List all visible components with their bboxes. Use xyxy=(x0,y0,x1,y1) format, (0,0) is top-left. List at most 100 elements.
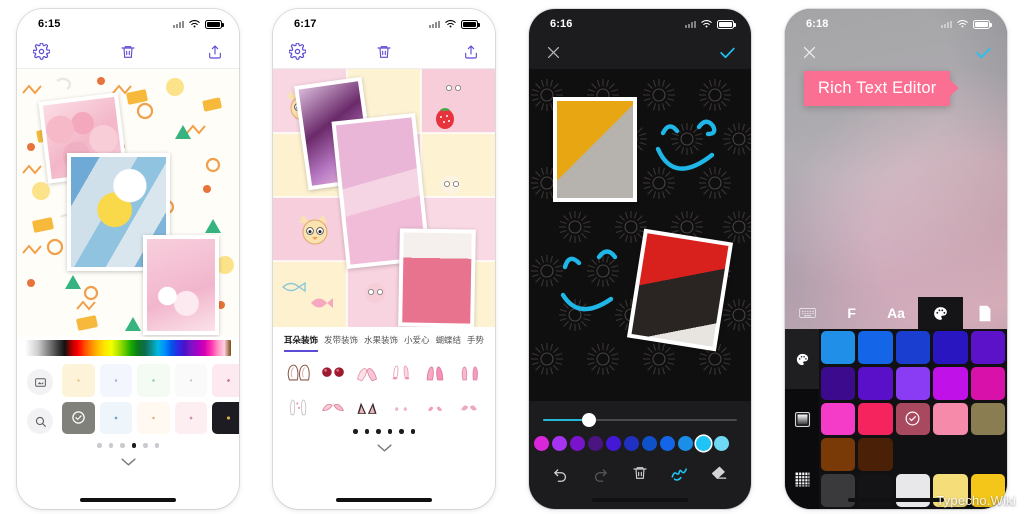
sticker-item[interactable] xyxy=(351,360,383,386)
color-cell[interactable] xyxy=(821,474,856,507)
page-dot[interactable] xyxy=(376,429,381,434)
color-swatch[interactable] xyxy=(660,436,675,451)
slider-knob[interactable] xyxy=(581,413,596,427)
pattern-swatch[interactable] xyxy=(174,364,207,397)
pattern-swatch[interactable] xyxy=(137,401,170,434)
color-cell[interactable] xyxy=(858,331,893,364)
color-swatch[interactable] xyxy=(678,436,693,451)
collage-photo-bubbles[interactable] xyxy=(143,235,219,335)
page-dot-active[interactable] xyxy=(131,443,136,448)
color-cell[interactable] xyxy=(895,366,931,400)
color-swatch[interactable] xyxy=(714,436,729,451)
text-banner[interactable]: Rich Text Editor xyxy=(804,71,960,106)
undo-icon[interactable] xyxy=(551,463,571,483)
tab-little-heart[interactable]: 小爱心 xyxy=(404,334,430,352)
tab-bowknot[interactable]: 蝴蝶结 xyxy=(435,334,461,352)
pattern-swatch[interactable] xyxy=(99,364,132,397)
color-cell[interactable] xyxy=(858,474,893,507)
color-swatch[interactable] xyxy=(552,436,567,451)
collage-photo-pink-fence[interactable] xyxy=(398,228,476,327)
palette-tab-texture[interactable] xyxy=(785,449,819,509)
sticker-grid-row-1[interactable] xyxy=(273,352,495,386)
page-dot[interactable] xyxy=(364,429,369,434)
doodle-tool-row[interactable] xyxy=(529,451,751,483)
page-indicator-dots[interactable] xyxy=(273,420,495,434)
page-dot[interactable] xyxy=(154,443,159,448)
sticker-item[interactable] xyxy=(419,360,451,386)
sticker-item[interactable] xyxy=(385,360,417,386)
page-shape-icon[interactable] xyxy=(963,297,1007,329)
keyboard-icon[interactable] xyxy=(785,297,829,329)
color-swatch-selected[interactable] xyxy=(696,436,711,451)
share-upload-icon[interactable] xyxy=(205,42,225,62)
eraser-icon[interactable] xyxy=(709,463,729,483)
pattern-swatch[interactable] xyxy=(99,401,132,434)
redo-icon[interactable] xyxy=(590,463,610,483)
close-x-icon[interactable] xyxy=(543,42,563,62)
palette-tab-color[interactable] xyxy=(785,329,819,389)
tab-gesture[interactable]: 手势 xyxy=(467,334,484,352)
pattern-swatch[interactable] xyxy=(62,364,95,397)
color-palette-panel[interactable] xyxy=(785,329,1007,509)
checkmark-icon[interactable] xyxy=(973,42,993,62)
page-dot[interactable] xyxy=(410,429,415,434)
color-cell[interactable] xyxy=(821,366,856,400)
share-upload-icon[interactable] xyxy=(461,42,481,62)
doodle-canvas[interactable] xyxy=(529,69,751,401)
page-dot[interactable] xyxy=(143,443,148,448)
page-dot[interactable] xyxy=(97,443,102,448)
format-toolbar[interactable]: F Aa xyxy=(785,297,1007,329)
sticker-grid-row-2[interactable] xyxy=(273,386,495,420)
chevron-down-icon[interactable] xyxy=(17,448,239,467)
color-cell[interactable] xyxy=(970,402,1005,436)
pattern-swatch[interactable] xyxy=(212,401,239,434)
color-cell[interactable] xyxy=(933,402,968,436)
font-button[interactable]: F xyxy=(829,297,873,329)
close-x-icon[interactable] xyxy=(799,42,819,62)
sticker-item[interactable] xyxy=(453,394,485,420)
color-palette-icon[interactable] xyxy=(918,297,963,329)
settings-gear-icon[interactable] xyxy=(31,42,51,62)
page-dot[interactable] xyxy=(353,429,358,434)
pattern-swatch[interactable] xyxy=(137,364,170,397)
doodle-drawing-layer[interactable] xyxy=(529,69,751,401)
pattern-swatch[interactable] xyxy=(174,401,207,434)
pattern-swatch[interactable] xyxy=(212,364,239,397)
trash-icon[interactable] xyxy=(630,463,650,483)
tab-ear-decoration[interactable]: 耳朵装饰 xyxy=(284,334,319,352)
color-spectrum-strip[interactable] xyxy=(25,340,231,356)
color-swatch[interactable] xyxy=(624,436,639,451)
color-cell[interactable] xyxy=(821,331,856,364)
page-dot[interactable] xyxy=(120,443,125,448)
trash-icon[interactable] xyxy=(118,42,138,62)
sticker-item[interactable] xyxy=(317,360,349,386)
pattern-swatch-selected[interactable] xyxy=(62,401,95,434)
color-swatch[interactable] xyxy=(642,436,657,451)
brush-size-slider[interactable] xyxy=(543,413,737,427)
color-cell[interactable] xyxy=(821,438,856,472)
sticker-item[interactable] xyxy=(419,394,451,420)
color-cell[interactable] xyxy=(821,402,856,436)
palette-sidebar[interactable] xyxy=(785,329,819,509)
trash-icon[interactable] xyxy=(374,42,394,62)
color-cell[interactable] xyxy=(858,438,893,472)
pattern-swatch-grid[interactable] xyxy=(62,364,239,434)
color-cell[interactable] xyxy=(895,474,931,507)
sticker-item[interactable] xyxy=(283,360,315,386)
settings-gear-icon[interactable] xyxy=(287,42,307,62)
color-swatch[interactable] xyxy=(570,436,585,451)
photo-icon[interactable] xyxy=(27,369,53,395)
palette-tab-gradient[interactable] xyxy=(785,389,819,449)
collage-canvas[interactable] xyxy=(273,69,495,327)
color-swatch[interactable] xyxy=(588,436,603,451)
color-cell[interactable] xyxy=(970,331,1005,364)
sticker-item[interactable] xyxy=(283,394,315,420)
brush-scribble-icon[interactable] xyxy=(670,463,690,483)
text-size-button[interactable]: Aa xyxy=(874,297,918,329)
page-dot[interactable] xyxy=(387,429,392,434)
collage-canvas[interactable] xyxy=(17,69,239,337)
color-cell[interactable] xyxy=(970,366,1005,400)
color-cell[interactable] xyxy=(933,331,968,364)
color-swatch[interactable] xyxy=(606,436,621,451)
checkmark-icon[interactable] xyxy=(717,42,737,62)
